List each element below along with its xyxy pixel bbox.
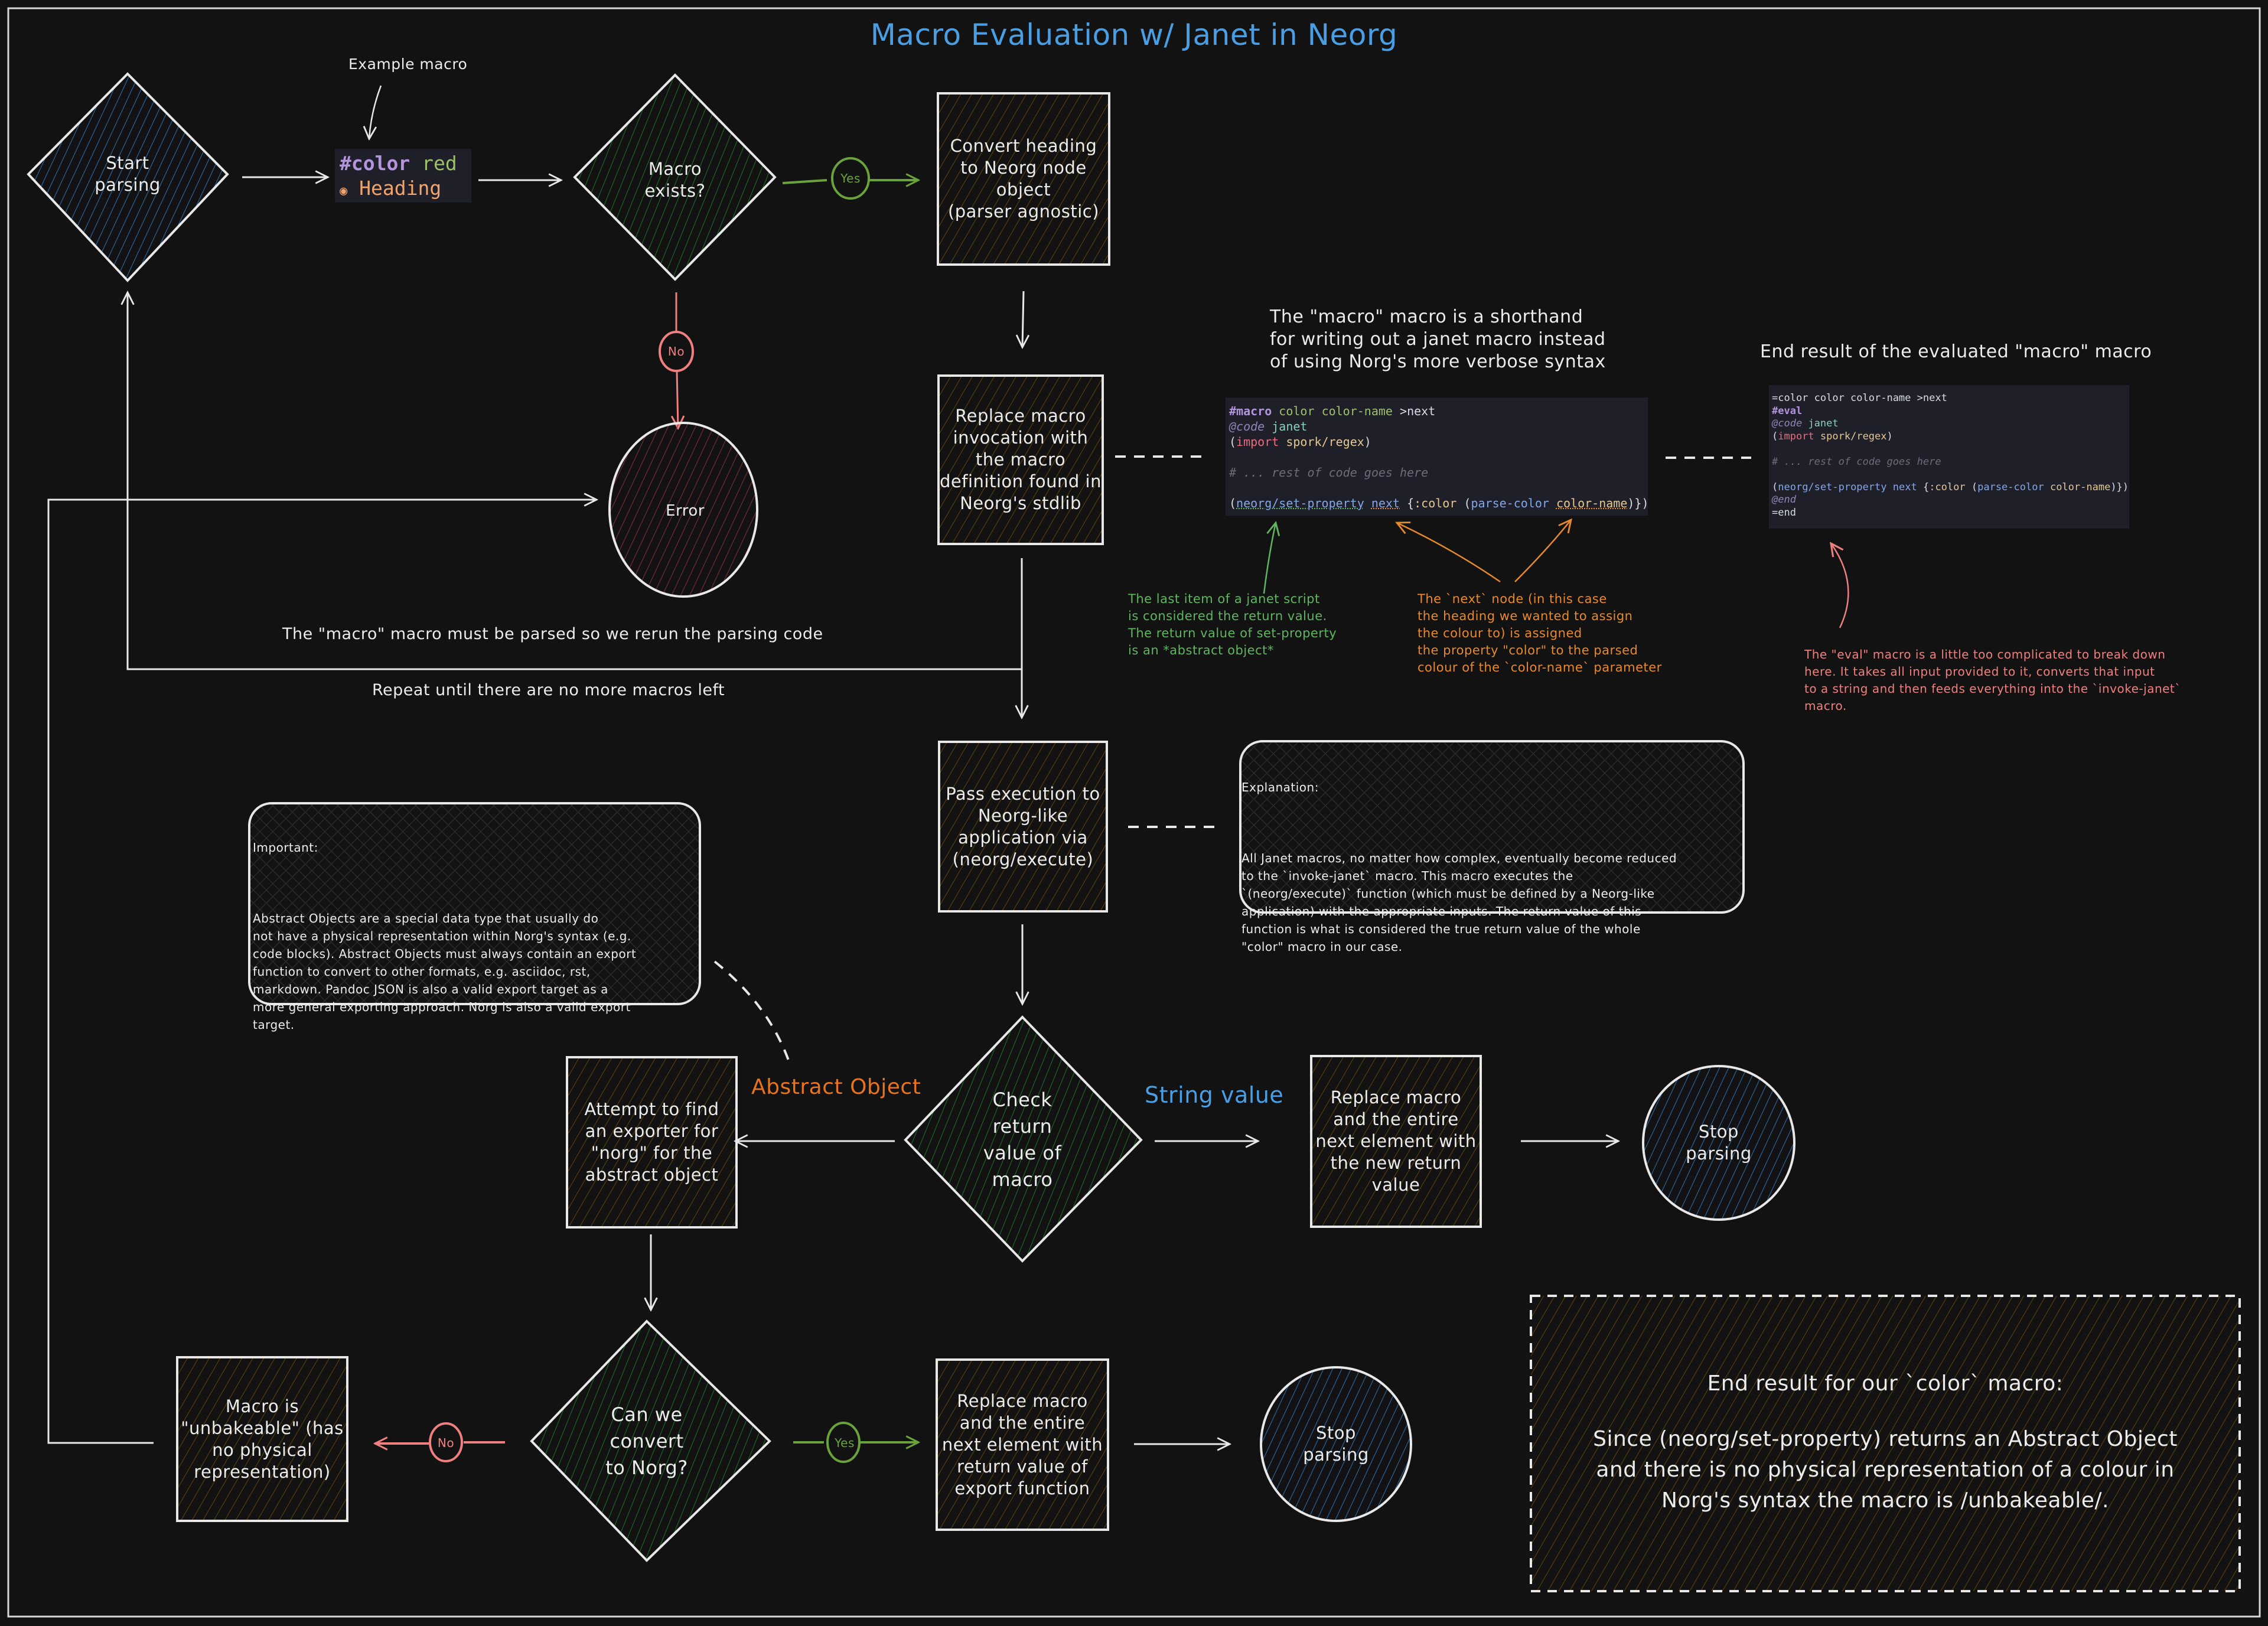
arrow-example-macro — [369, 85, 382, 139]
end-result-heading: End result of the evaluated "macro" macr… — [1760, 341, 2152, 362]
arrow-eval-note — [1831, 543, 1849, 628]
heading-bullet-icon: ◉ — [340, 184, 348, 198]
explanation-note: Explanation: All Janet macros, no matter… — [1241, 761, 1738, 956]
attempt-exporter-label: Attempt to find an exporter for "norg" f… — [584, 1099, 719, 1185]
eval-note: The "eval" macro is a little too complic… — [1804, 647, 2181, 713]
arrow-last-item — [1263, 523, 1276, 594]
explanation-body: All Janet macros, no matter how complex,… — [1241, 851, 1677, 954]
start-parsing-label: Start parsing — [94, 153, 161, 195]
unbakeable-label: Macro is "unbakeable" (has no physical r… — [181, 1396, 344, 1482]
end-result-body: Since (neorg/set-property) returns an Ab… — [1593, 1426, 2178, 1513]
repeat-until-label: Repeat until there are no more macros le… — [372, 681, 725, 699]
example-macro-label: Example macro — [348, 56, 468, 73]
can-convert-label: Can we convert to Norg? — [605, 1403, 688, 1479]
edge-no-1-arrow — [677, 370, 678, 428]
rerun-parsing-label: The "macro" macro must be parsed so we r… — [282, 625, 823, 643]
stop-parsing-1-label: Stop parsing — [1686, 1122, 1752, 1164]
example-macro-snippet: #color red ◉ Heading — [335, 149, 471, 203]
loop-rerun-parsing — [128, 292, 1022, 670]
snippet-arg: red — [422, 152, 457, 175]
arrow-convert-to-replace — [1022, 291, 1024, 347]
arrow-next-node — [1397, 523, 1501, 583]
important-title: Important: — [253, 840, 318, 855]
convert-heading-label: Convert heading to Neorg node object (pa… — [947, 136, 1100, 221]
last-item-note: The last item of a janet script is consi… — [1128, 592, 1337, 657]
error-label: Error — [666, 501, 705, 520]
result-code-block: =color color color-name >next #eval @cod… — [1769, 385, 2129, 529]
page-title: Macro Evaluation w/ Janet in Neorg — [870, 18, 1398, 52]
snippet-keyword: #color — [340, 152, 410, 175]
macro-shorthand-note: The "macro" macro is a shorthand for wri… — [1270, 307, 1606, 372]
explanation-title: Explanation: — [1241, 780, 1319, 794]
dash-important-to-abstract — [713, 960, 790, 1061]
pass-execution-label: Pass execution to Neorg-like application… — [946, 783, 1100, 869]
important-body: Abstract Objects are a special data type… — [253, 911, 637, 1032]
next-node-note: The `next` node (in this case the headin… — [1418, 592, 1662, 674]
end-result-note: End result for our `color` macro: Since … — [1531, 1296, 2240, 1591]
macro-code-block: #macro color color-name >next @code jane… — [1226, 397, 1649, 516]
replace-string-label: Replace macro and the entire next elemen… — [1315, 1087, 1477, 1195]
no-2-label: No — [437, 1436, 455, 1450]
abstract-object-label: Abstract Object — [751, 1075, 921, 1099]
yes-2-label: Yes — [835, 1436, 855, 1450]
important-note: Important: Abstract Objects are a specia… — [253, 821, 696, 1034]
stop-parsing-2-label: Stop parsing — [1303, 1423, 1369, 1465]
string-value-label: String value — [1145, 1082, 1284, 1108]
end-result-title: End result for our `color` macro: — [1707, 1371, 2064, 1396]
replace-invocation-label: Replace macro invocation with the macro … — [940, 406, 1102, 513]
arrow-color-name — [1514, 520, 1571, 582]
check-return-label: Check return value of macro — [983, 1089, 1062, 1191]
no-1-label: No — [667, 344, 685, 359]
replace-export-label: Replace macro and the entire next elemen… — [941, 1390, 1103, 1498]
snippet-heading: Heading — [359, 177, 442, 200]
macro-exists-label: Macro exists? — [644, 159, 706, 201]
yes-1-label: Yes — [840, 171, 861, 185]
edge-yes-1-line — [782, 179, 827, 184]
